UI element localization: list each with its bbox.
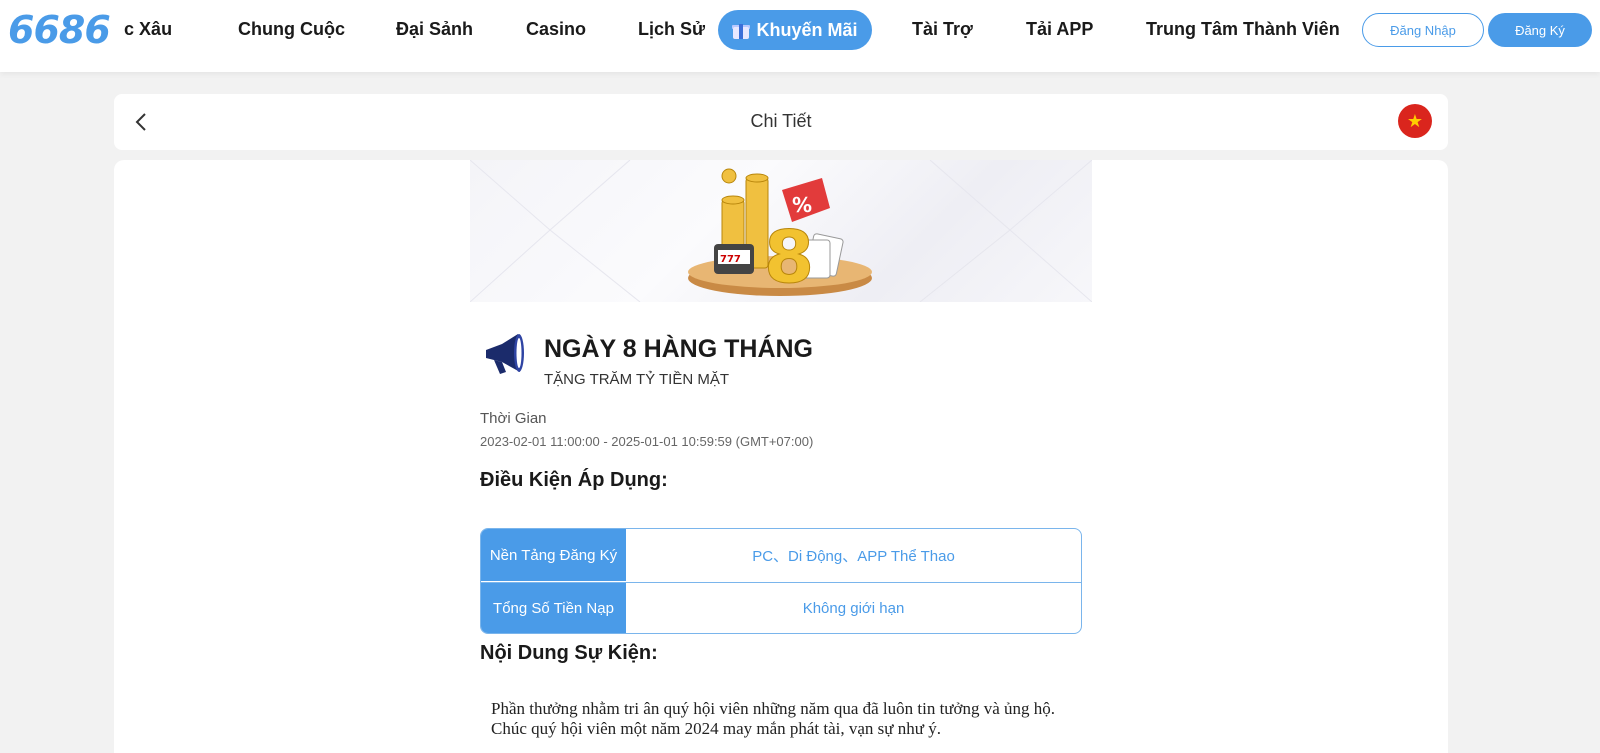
condition-value: PC、Di Động、APP Thể Thao [752, 547, 955, 565]
banner-number: 8 [764, 215, 814, 299]
content-heading: Nội Dung Sự Kiện: [480, 642, 658, 664]
nav-item-lich-su[interactable]: Lịch Sử [638, 19, 705, 40]
nav-item-khuyen-mai[interactable]: Khuyến Mãi [718, 10, 872, 50]
condition-key: Tổng Số Tiền Nạp [481, 583, 626, 633]
nav-item-chung-cuoc[interactable]: Chung Cuộc [238, 19, 345, 40]
site-logo[interactable]: 6686 [8, 8, 111, 52]
gift-icon [732, 21, 751, 39]
login-button[interactable]: Đăng Nhập [1362, 13, 1484, 47]
promotion-subtitle: TẶNG TRĂM TỶ TIỀN MẶT [544, 371, 730, 388]
nav-item-tai-tro[interactable]: Tài Trợ [912, 19, 973, 40]
nav-item-tai-app[interactable]: Tải APP [1026, 19, 1093, 40]
nav-item-dai-sanh[interactable]: Đại Sảnh [396, 19, 473, 40]
condition-key: Nền Tảng Đăng Ký [481, 529, 626, 581]
svg-text:%: % [792, 193, 812, 217]
megaphone-icon [480, 332, 526, 378]
register-button[interactable]: Đăng Ký [1488, 13, 1592, 47]
conditions-table: Nền Tảng Đăng Ký PC、Di Động、APP Thể Thao… [480, 528, 1082, 634]
nav-item-khuyen-mai-label: Khuyến Mãi [756, 19, 858, 40]
conditions-heading: Điều Kiện Áp Dụng: [480, 469, 668, 491]
vietnam-flag-icon[interactable]: ★ [1398, 104, 1432, 138]
time-label: Thời Gian [480, 410, 547, 427]
promotion-banner: 777 % 8 [470, 160, 1092, 302]
promotion-card: 777 % 8 NGÀY 8 HÀNG THÁNG TẶNG TRĂM TỶ T… [114, 160, 1448, 753]
table-row: Nền Tảng Đăng Ký PC、Di Động、APP Thể Thao [481, 529, 1081, 581]
content-text: Phần thưởng nhằm tri ân quý hội viên nhữ… [491, 699, 1056, 738]
svg-text:777: 777 [720, 254, 741, 265]
nav-item-clipped[interactable]: ực Xâu [124, 19, 194, 40]
time-value: 2023-02-01 11:00:00 - 2025-01-01 10:59:5… [480, 434, 814, 449]
nav-item-casino[interactable]: Casino [526, 19, 586, 40]
detail-header: Chi Tiết ★ [114, 94, 1448, 150]
promotion-title: NGÀY 8 HÀNG THÁNG [544, 335, 814, 363]
condition-value: Không giới hạn [802, 600, 905, 617]
page-title: Chi Tiết [750, 111, 812, 131]
top-nav: 6686 ực Xâu Chung Cuộc Đại Sảnh Casino L… [0, 0, 1600, 72]
table-row: Tổng Số Tiền Nạp Không giới hạn [481, 582, 1081, 633]
nav-item-trung-tam-thanh-vien[interactable]: Trung Tâm Thành Viên [1146, 19, 1340, 40]
